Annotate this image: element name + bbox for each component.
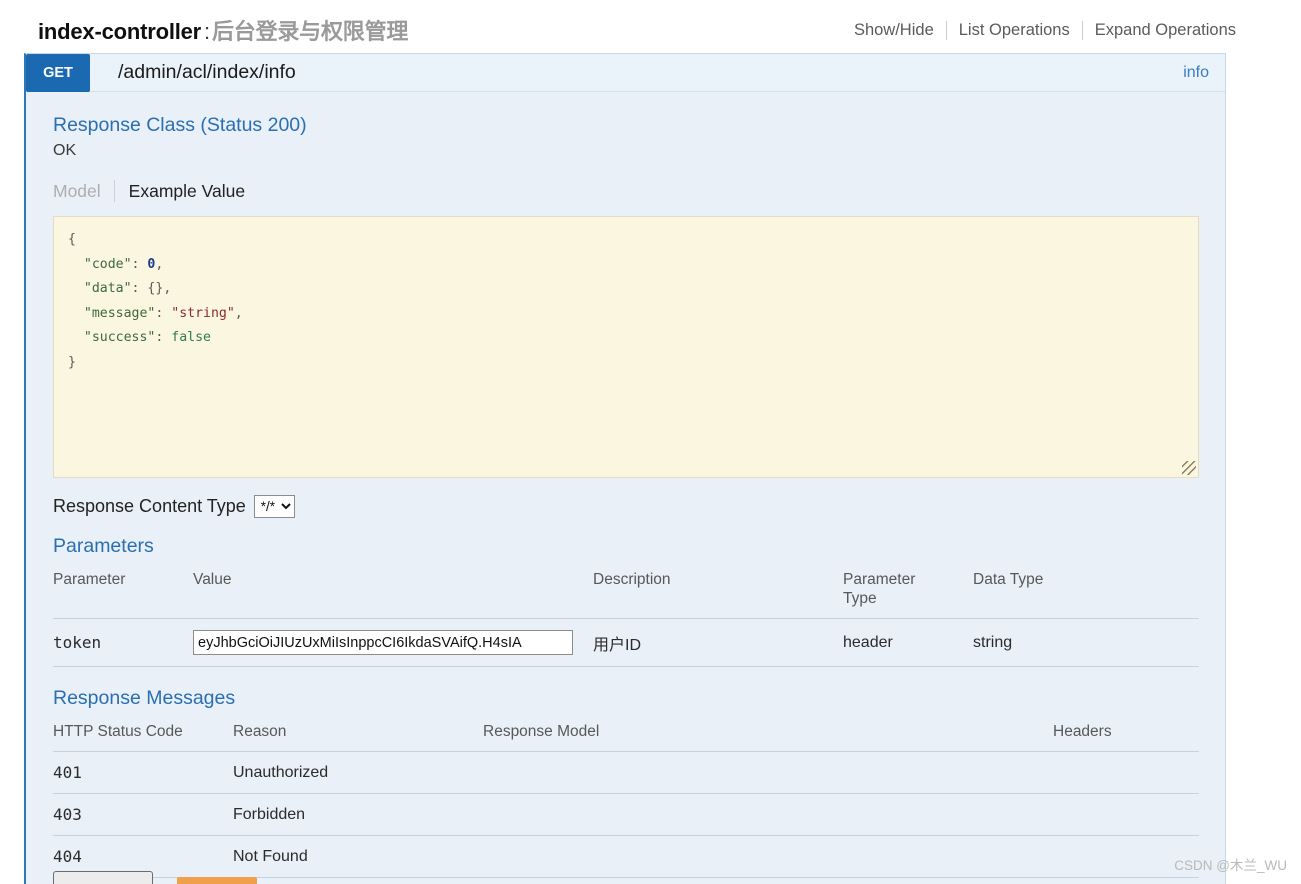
csdn-watermark: CSDN @木兰_WU — [1174, 858, 1287, 873]
json-key-message: "message" — [83, 305, 156, 321]
param-name-cell: token — [53, 618, 193, 667]
tab-example-value[interactable]: Example Value — [115, 181, 245, 202]
reason-cell: Not Found — [233, 835, 483, 878]
table-row: 403 Forbidden — [53, 793, 1199, 836]
response-content-type-row: Response Content Type */* — [53, 478, 1199, 518]
operation-nickname[interactable]: info — [1183, 64, 1225, 82]
resource-header: index-controller:后台登录与权限管理 Show/Hide Lis… — [38, 10, 1248, 50]
reason-cell: Unauthorized — [233, 751, 483, 794]
response-model-cell — [483, 835, 1053, 878]
th-parameter-type-line1: Parameter — [843, 571, 916, 588]
resource-title-separator: : — [204, 19, 210, 44]
response-messages-table: HTTP Status Code Reason Response Model H… — [53, 718, 1199, 878]
th-parameter: Parameter — [53, 566, 193, 619]
example-value-json: { "code": 0, "data": {}, "message": "str… — [68, 232, 243, 370]
operation-heading[interactable]: GET /admin/acl/index/info info — [26, 54, 1225, 92]
status-code-cell: 403 — [53, 793, 233, 836]
http-method-badge: GET — [26, 54, 90, 92]
json-value-data: {} — [147, 281, 164, 296]
json-close-brace: } — [68, 354, 76, 370]
reason-cell: Forbidden — [233, 793, 483, 836]
response-content-type-select[interactable]: */* — [253, 495, 295, 518]
hide-response-bar[interactable] — [177, 877, 257, 884]
param-type-cell: header — [843, 618, 973, 667]
th-data-type: Data Type — [973, 566, 1199, 619]
th-reason: Reason — [233, 718, 483, 752]
table-row: token 用户ID header string — [53, 618, 1199, 667]
response-model-cell — [483, 751, 1053, 794]
response-model-cell — [483, 793, 1053, 836]
resize-handle-icon[interactable] — [1182, 461, 1196, 475]
th-value: Value — [193, 566, 593, 619]
headers-cell — [1053, 793, 1199, 836]
th-parameter-type: Parameter Type — [843, 566, 973, 619]
parameters-table: Parameter Value Description Parameter Typ… — [53, 566, 1199, 667]
json-value-message: "string" — [171, 305, 235, 321]
show-hide-link[interactable]: Show/Hide — [842, 20, 946, 40]
headers-cell — [1053, 751, 1199, 794]
example-value-code-block[interactable]: { "code": 0, "data": {}, "message": "str… — [53, 216, 1199, 478]
json-comma: , — [155, 256, 164, 272]
parameters-title: Parameters — [53, 535, 154, 557]
response-messages-header-row: HTTP Status Code Reason Response Model H… — [53, 718, 1199, 752]
list-operations-link[interactable]: List Operations — [947, 20, 1082, 40]
resource-description: 后台登录与权限管理 — [211, 19, 409, 44]
response-class-title: Response Class (Status 200) — [53, 114, 307, 136]
resource-options: Show/Hide List Operations Expand Operati… — [842, 20, 1248, 40]
operation-content: Response Class (Status 200) OK Model Exa… — [26, 92, 1225, 878]
tab-model[interactable]: Model — [53, 181, 114, 202]
param-value-cell — [193, 618, 593, 667]
json-key-success: "success" — [83, 330, 156, 345]
response-messages-title: Response Messages — [53, 687, 236, 709]
th-headers: Headers — [1053, 718, 1199, 752]
table-row: 404 Not Found — [53, 835, 1199, 878]
response-class-description: OK — [53, 142, 77, 159]
json-open-brace: { — [68, 232, 76, 247]
resource-name: index-controller — [38, 19, 202, 44]
token-input[interactable] — [193, 630, 573, 655]
th-http-status-code: HTTP Status Code — [53, 718, 233, 752]
operation-panel: GET /admin/acl/index/info info Response … — [24, 53, 1226, 884]
status-code-cell: 401 — [53, 751, 233, 794]
swagger-page: index-controller:后台登录与权限管理 Show/Hide Lis… — [0, 0, 1301, 884]
resource-title: index-controller:后台登录与权限管理 — [38, 14, 408, 46]
json-value-success: false — [171, 330, 211, 345]
json-comma: , — [163, 281, 172, 296]
th-parameter-type-line2: Type — [843, 590, 877, 607]
th-response-model: Response Model — [483, 718, 1053, 752]
param-description-cell: 用户ID — [593, 618, 843, 667]
th-description: Description — [593, 566, 843, 619]
param-data-type-cell: string — [973, 618, 1199, 667]
json-key-data: "data" — [83, 281, 132, 296]
table-row: 401 Unauthorized — [53, 751, 1199, 794]
response-content-type-label: Response Content Type — [53, 496, 246, 516]
json-comma: , — [234, 305, 243, 321]
expand-operations-link[interactable]: Expand Operations — [1083, 20, 1248, 40]
parameters-header-row: Parameter Value Description Parameter Typ… — [53, 566, 1199, 619]
model-tabs: Model Example Value — [53, 160, 1199, 202]
try-it-out-button[interactable] — [53, 871, 153, 884]
operation-path[interactable]: /admin/acl/index/info — [90, 61, 1183, 84]
json-key-code: "code" — [83, 256, 132, 272]
